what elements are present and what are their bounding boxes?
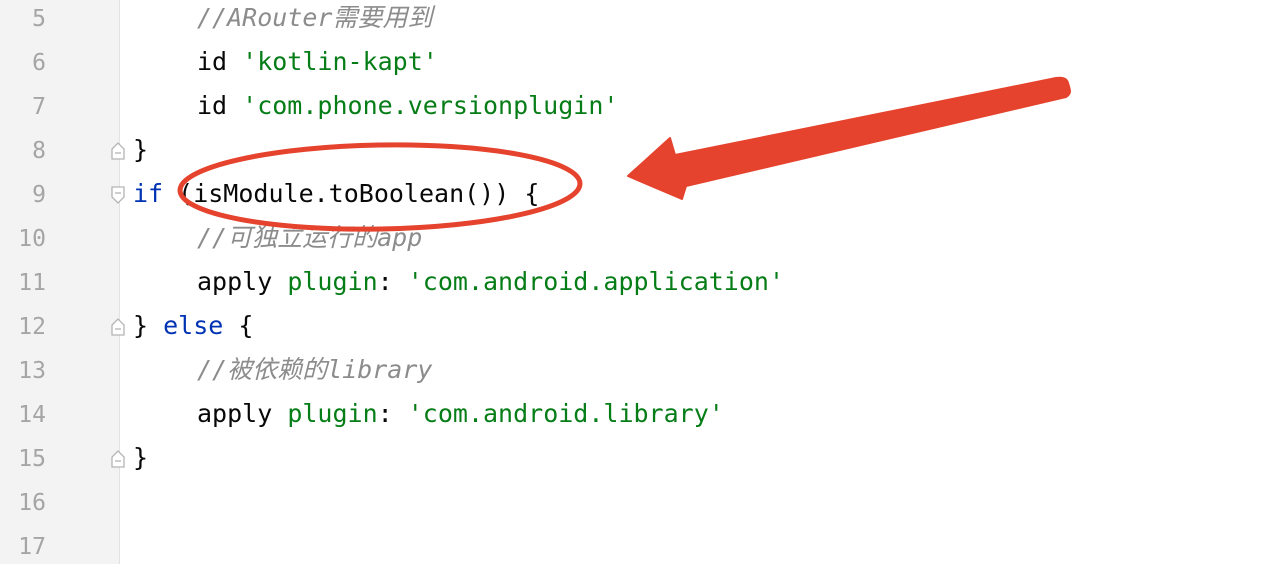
code-line[interactable]: 8} — [0, 129, 1272, 173]
code-line[interactable]: 15} — [0, 437, 1272, 481]
code-token-ident: : — [377, 267, 408, 296]
code-line[interactable]: 10 //可独立运行的app — [0, 217, 1272, 261]
code-line[interactable]: 16 — [0, 481, 1272, 525]
code-text[interactable]: } — [133, 135, 148, 165]
code-editor[interactable]: 5 //ARouter需要用到 6 id 'kotlin-kapt' 7 id 'com.… — [0, 0, 1272, 564]
line-number: 15 — [18, 446, 46, 472]
code-token-plugin: plugin — [287, 267, 378, 296]
code-line[interactable]: 9 if (isModule.toBoolean()) { — [0, 173, 1272, 217]
code-token-keyword: if — [133, 179, 179, 208]
code-token-string: 'kotlin-kapt' — [242, 47, 438, 76]
line-number: 14 — [18, 402, 46, 428]
line-number: 17 — [18, 534, 46, 560]
line-number: 13 — [18, 358, 46, 384]
code-token-ident: } — [133, 443, 149, 472]
fold-icon[interactable] — [110, 141, 126, 161]
fold-icon[interactable] — [110, 185, 126, 205]
line-number: 10 — [18, 226, 46, 252]
code-text[interactable]: id 'kotlin-kapt' — [197, 47, 438, 77]
line-number: 9 — [32, 182, 46, 208]
code-line[interactable]: 11 apply plugin: 'com.android.application… — [0, 261, 1272, 305]
code-token-ident: apply — [197, 399, 288, 428]
line-number: 12 — [18, 314, 46, 340]
code-token-comment: //可独立运行的app — [197, 223, 423, 252]
code-token-ident: (isModule.toBoolean()) { — [178, 179, 540, 208]
code-text[interactable]: } — [133, 443, 148, 473]
code-token-string: 'com.android.library' — [407, 399, 724, 428]
code-line[interactable]: 6 id 'kotlin-kapt' — [0, 41, 1272, 85]
code-token-comment: //被依赖的library — [197, 355, 433, 384]
code-line[interactable]: 5 //ARouter需要用到 — [0, 0, 1272, 41]
code-line[interactable]: 14 apply plugin: 'com.android.library' — [0, 393, 1272, 437]
code-token-ident: id — [197, 91, 243, 120]
line-number: 6 — [32, 50, 46, 76]
code-text[interactable]: apply plugin: 'com.android.application' — [197, 267, 784, 297]
code-line[interactable]: 13 //被依赖的library — [0, 349, 1272, 393]
code-token-keyword: else — [163, 311, 224, 340]
code-text[interactable]: id 'com.phone.versionplugin' — [197, 91, 618, 121]
code-token-ident: : — [377, 399, 408, 428]
fold-icon[interactable] — [110, 317, 126, 337]
code-line[interactable]: 7 id 'com.phone.versionplugin' — [0, 85, 1272, 129]
code-line[interactable]: 12} else { — [0, 305, 1272, 349]
code-text[interactable]: //可独立运行的app — [197, 223, 422, 253]
code-text[interactable]: //ARouter需要用到 — [197, 3, 432, 33]
code-token-ident: id — [197, 47, 243, 76]
code-token-string: 'com.android.application' — [407, 267, 785, 296]
code-token-ident: } — [133, 135, 149, 164]
line-number: 5 — [32, 6, 46, 32]
line-number: 11 — [18, 270, 46, 296]
code-token-plugin: plugin — [287, 399, 378, 428]
fold-icon[interactable] — [110, 449, 126, 469]
line-number: 16 — [18, 490, 46, 516]
code-token-string: 'com.phone.versionplugin' — [242, 91, 619, 120]
line-number: 7 — [32, 94, 46, 120]
code-token-comment: //ARouter需要用到 — [197, 3, 433, 32]
code-token-ident: } — [133, 311, 164, 340]
code-text[interactable]: //被依赖的library — [197, 355, 432, 385]
code-line[interactable]: 17 — [0, 525, 1272, 564]
line-number: 8 — [32, 138, 46, 164]
code-text[interactable]: apply plugin: 'com.android.library' — [197, 399, 724, 429]
code-text[interactable]: if (isModule.toBoolean()) { — [133, 179, 539, 209]
code-text[interactable]: } else { — [133, 311, 253, 341]
code-token-ident: apply — [197, 267, 288, 296]
code-token-ident: { — [223, 311, 254, 340]
